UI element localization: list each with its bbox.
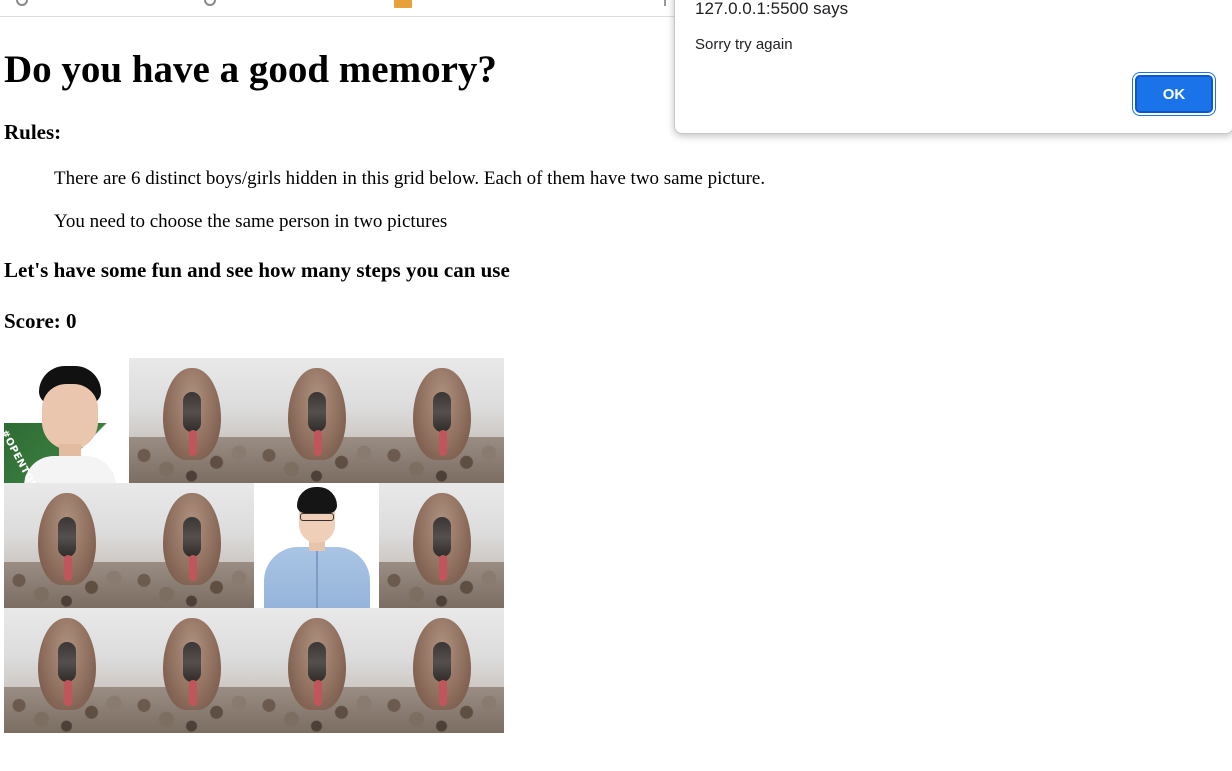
card-back[interactable] bbox=[129, 608, 254, 733]
score-display: Score: 0 bbox=[4, 309, 77, 333]
rules-heading: Rules: bbox=[4, 120, 62, 144]
bookmark-favicon-icon[interactable] bbox=[394, 0, 412, 8]
person-shirt bbox=[24, 456, 116, 483]
person-face bbox=[42, 384, 98, 450]
card-back[interactable] bbox=[379, 358, 504, 483]
alert-title: 127.0.0.1:5500 says bbox=[695, 0, 849, 18]
ok-button[interactable]: OK bbox=[1135, 75, 1213, 113]
card-revealed-person-2[interactable] bbox=[254, 483, 379, 608]
alert-message: Sorry try again bbox=[695, 36, 793, 53]
card-back[interactable] bbox=[254, 608, 379, 733]
card-back[interactable] bbox=[379, 608, 504, 733]
page-title: Do you have a good memory? bbox=[4, 48, 497, 91]
rule-text: There are 6 distinct boys/girls hidden i… bbox=[54, 168, 766, 189]
bookmark-separator bbox=[664, 0, 666, 6]
bookmark-globe-icon[interactable] bbox=[204, 0, 216, 6]
card-back[interactable] bbox=[129, 483, 254, 608]
card-back[interactable] bbox=[129, 358, 254, 483]
card-revealed-person-1[interactable]: #OPENTOWORK bbox=[4, 358, 129, 483]
person-hair bbox=[297, 487, 337, 513]
card-back[interactable] bbox=[4, 483, 129, 608]
memory-card-grid: #OPENTOWORK bbox=[4, 358, 504, 733]
bookmark-globe-icon[interactable] bbox=[16, 0, 28, 6]
card-back[interactable] bbox=[379, 483, 504, 608]
rule-text: You need to choose the same person in tw… bbox=[54, 211, 448, 232]
alert-dialog: 127.0.0.1:5500 says Sorry try again OK bbox=[674, 0, 1232, 134]
glasses-icon bbox=[300, 513, 334, 521]
card-back[interactable] bbox=[254, 358, 379, 483]
card-back[interactable] bbox=[4, 608, 129, 733]
fun-subtitle: Let's have some fun and see how many ste… bbox=[4, 258, 510, 282]
shirt-placket bbox=[316, 549, 318, 608]
